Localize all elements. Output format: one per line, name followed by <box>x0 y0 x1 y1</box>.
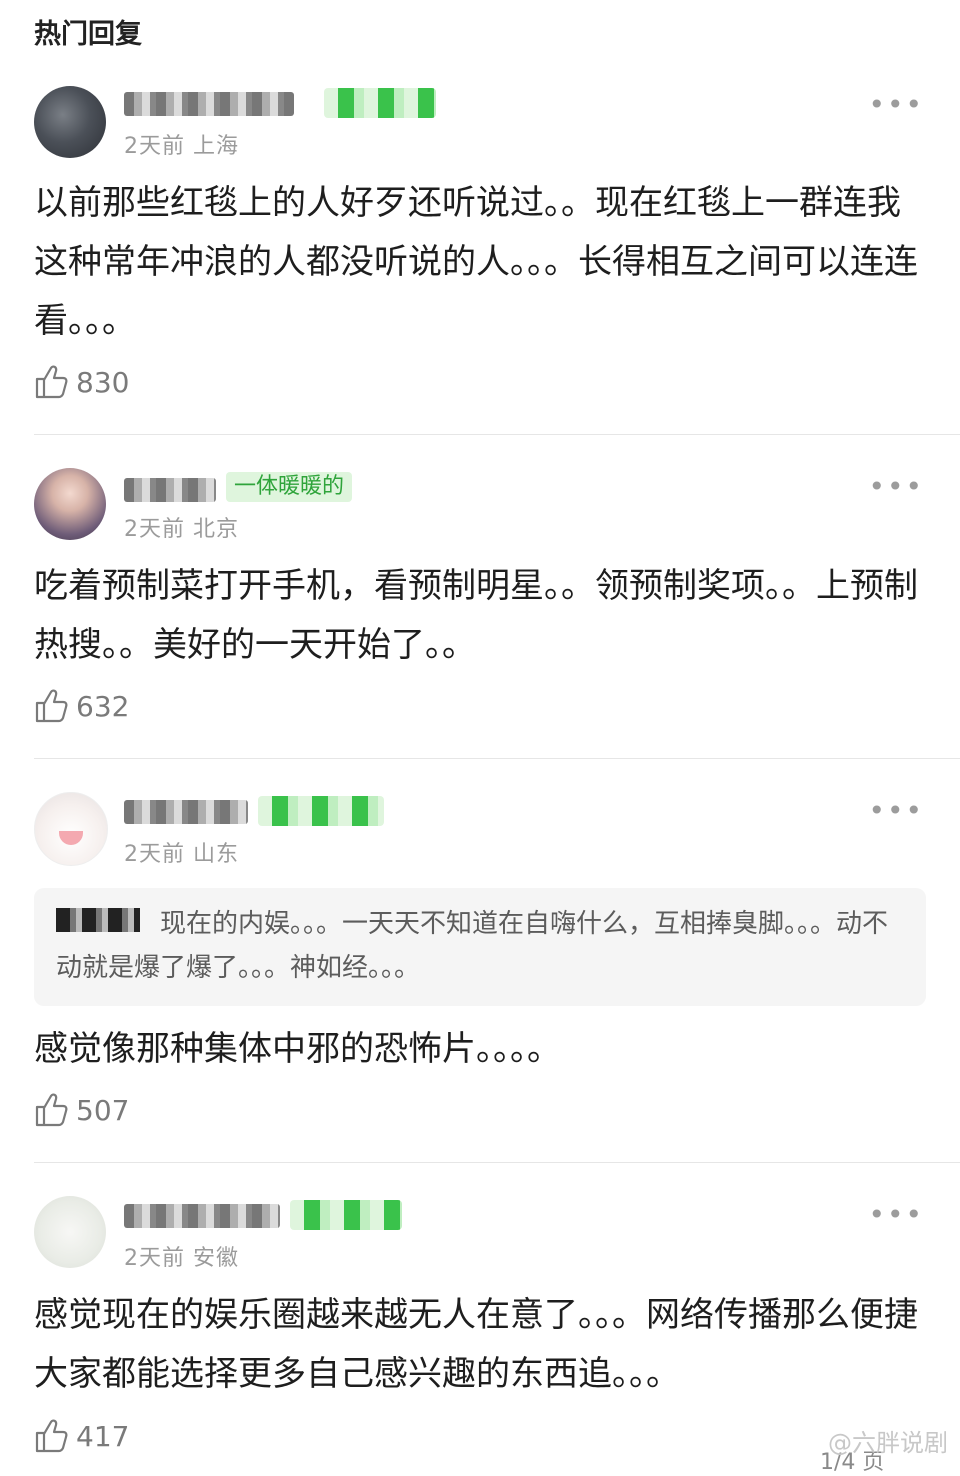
comment-text: 吃着预制菜打开手机，看预制明星。。领预制奖项。。上预制热搜。。美好的一天开始了。… <box>34 566 918 665</box>
avatar[interactable] <box>34 792 108 866</box>
watermark: @六胖说剧 <box>828 1429 948 1457</box>
divider <box>34 1162 960 1163</box>
avatar[interactable] <box>34 86 106 158</box>
divider <box>34 758 960 759</box>
more-options-icon[interactable]: ••• <box>868 91 924 119</box>
more-options-icon[interactable]: ••• <box>868 797 924 825</box>
thumbs-up-icon <box>35 1093 68 1127</box>
avatar[interactable] <box>34 468 106 540</box>
username-obscured[interactable] <box>124 1204 280 1228</box>
thumbs-up-icon <box>35 365 68 399</box>
comment-meta: 2天前 山东 <box>124 842 239 867</box>
divider <box>34 434 960 435</box>
comment-meta: 2天前 安徽 <box>124 1246 239 1271</box>
thumbs-up-icon <box>35 689 68 723</box>
like-count: 632 <box>76 690 130 723</box>
fan-badge-obscured[interactable] <box>324 88 436 118</box>
comment-meta: 2天前 北京 <box>124 517 239 542</box>
username-obscured[interactable] <box>124 800 248 824</box>
like-count: 507 <box>76 1094 130 1127</box>
comment-meta: 2天前 上海 <box>124 134 239 159</box>
fan-badge[interactable]: 一体暖暖的 <box>226 472 353 502</box>
thumbs-up-icon <box>35 1419 68 1453</box>
avatar-mouth <box>59 831 83 845</box>
comment-text: 感觉像那种集体中邪的恐怖片。。。。 <box>34 1029 561 1069</box>
like-count: 417 <box>76 1420 130 1453</box>
username-obscured[interactable] <box>124 92 294 116</box>
quoted-reply-text: 现在的内娱。。。一天天不知道在自嗨什么，互相捧臭脚。。。动不动就是爆了爆了。。。… <box>56 909 889 983</box>
quoted-reply[interactable]: 现在的内娱。。。一天天不知道在自嗨什么，互相捧臭脚。。。动不动就是爆了爆了。。。… <box>34 888 926 1006</box>
avatar[interactable] <box>34 1196 106 1268</box>
more-options-icon[interactable]: ••• <box>868 1201 924 1229</box>
fan-badge-obscured[interactable] <box>290 1200 402 1230</box>
more-options-icon[interactable]: ••• <box>868 473 924 501</box>
comment-text: 感觉现在的娱乐圈越来越无人在意了。。。网络传播那么便捷大家都能选择更多自己感兴趣… <box>34 1295 918 1394</box>
fan-badge-obscured[interactable] <box>258 796 384 826</box>
comment-text: 以前那些红毯上的人好歹还听说过。。现在红毯上一群连我这种常年冲浪的人都没听说的人… <box>34 183 918 341</box>
section-title: 热门回复 <box>34 19 142 50</box>
like-count: 830 <box>76 366 130 399</box>
username-obscured[interactable] <box>124 478 216 502</box>
